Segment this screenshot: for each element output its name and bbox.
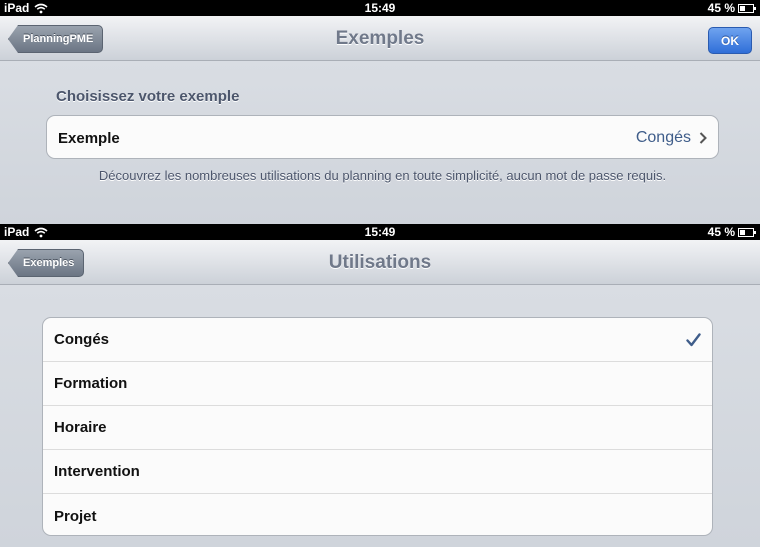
clock: 15:49 xyxy=(364,1,396,15)
list-item-intervention[interactable]: Intervention xyxy=(43,450,712,494)
section-header: Choisissez votre exemple xyxy=(56,88,240,105)
battery-percent: 45 % xyxy=(707,225,735,239)
cell-label: Exemple xyxy=(58,129,120,147)
utilisations-list: Congés Formation Horaire Intervention Pr… xyxy=(42,317,713,536)
exemples-screen: iPad 15:49 45 % PlanningPME Exemples OK … xyxy=(0,0,760,224)
status-bar: iPad 15:49 45 % xyxy=(0,0,760,16)
example-group: Exemple Congés xyxy=(46,115,719,159)
chevron-right-icon xyxy=(699,132,707,144)
page-title: Utilisations xyxy=(328,252,432,273)
battery-status: 45 % xyxy=(707,1,756,15)
section-footer: Découvrez les nombreuses utilisations du… xyxy=(98,168,667,183)
list-item-label: Congés xyxy=(54,331,110,348)
status-bar: iPad 15:49 45 % xyxy=(0,224,760,240)
battery-fill xyxy=(740,5,746,11)
list-item-label: Formation xyxy=(54,375,128,392)
ok-button[interactable]: OK xyxy=(708,27,752,54)
list-item-projet[interactable]: Projet xyxy=(43,494,712,535)
content-area: Choisissez votre exemple Exemple Congés … xyxy=(0,61,760,224)
battery-fill xyxy=(740,229,746,235)
content-area: Congés Formation Horaire Intervention Pr… xyxy=(0,285,760,547)
list-item-conges[interactable]: Congés xyxy=(43,318,712,362)
checkmark-icon xyxy=(686,332,701,346)
navigation-bar: Exemples Utilisations xyxy=(0,240,760,285)
battery-icon xyxy=(738,3,756,13)
clock: 15:49 xyxy=(364,225,396,239)
battery-icon xyxy=(738,227,756,237)
page-title: Exemples xyxy=(335,28,425,49)
list-item-label: Intervention xyxy=(54,463,140,480)
list-item-label: Projet xyxy=(54,507,97,525)
utilisations-screen: iPad 15:49 45 % Exemples Utilisations Co… xyxy=(0,224,760,547)
example-cell[interactable]: Exemple Congés xyxy=(47,116,718,158)
list-item-horaire[interactable]: Horaire xyxy=(43,406,712,450)
list-item-label: Horaire xyxy=(54,419,107,436)
list-item-formation[interactable]: Formation xyxy=(43,362,712,406)
cell-value: Congés xyxy=(636,129,707,147)
navigation-bar: PlanningPME Exemples OK xyxy=(0,16,760,61)
battery-percent: 45 % xyxy=(707,1,735,15)
battery-status: 45 % xyxy=(707,225,756,239)
cell-value-text: Congés xyxy=(635,129,691,146)
